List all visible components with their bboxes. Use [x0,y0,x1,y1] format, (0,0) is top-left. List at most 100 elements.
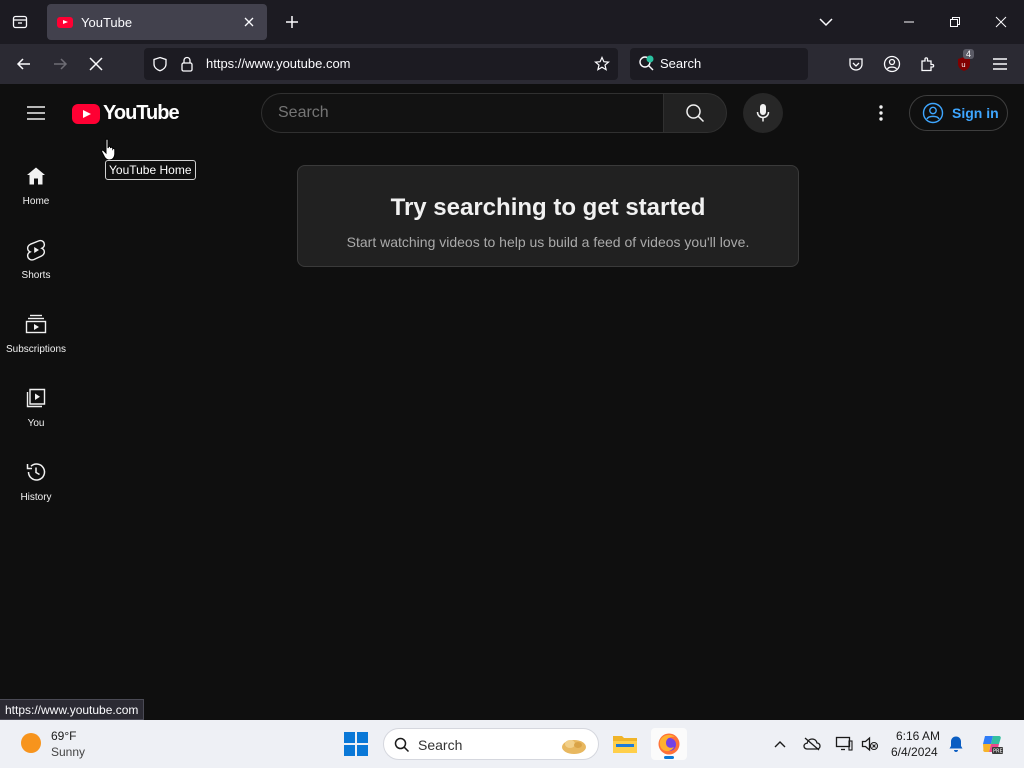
network-icon [835,736,853,751]
you-icon [24,386,48,410]
sidebar-item-you[interactable]: You [0,382,72,456]
account-button[interactable] [878,50,906,78]
bookmark-star-icon[interactable] [594,56,610,72]
extension-badge: 4 [963,49,975,59]
youtube-favicon-icon [57,16,73,28]
list-all-tabs-button[interactable] [6,8,34,36]
youtube-logo[interactable]: YouTube [72,102,180,125]
show-hidden-icons-button[interactable] [770,734,790,754]
arrow-right-icon [54,58,68,70]
browser-search-placeholder: Search [660,56,702,71]
tab-overflow-button[interactable] [803,0,849,44]
voice-search-button[interactable] [743,93,783,133]
weather-temperature: 69°F [51,729,77,743]
windows-taskbar: 69°F Sunny Search 6:16 AM 6/4/2024 PRE [0,720,1024,768]
menu-icon [993,58,1007,70]
new-tab-button[interactable] [278,8,306,36]
search-icon [394,737,410,753]
sidebar-item-label: History [20,492,52,503]
forward-button[interactable] [46,50,74,78]
svg-text:u: u [961,61,965,69]
start-button[interactable] [344,732,368,756]
sign-in-button[interactable]: Sign in [909,95,1008,131]
link-status-url: https://www.youtube.com [0,699,145,720]
shorts-icon [24,238,48,262]
hamburger-icon [27,106,45,120]
clock-time: 6:16 AM [896,729,941,743]
app-menu-button[interactable] [986,50,1014,78]
onedrive-button[interactable] [802,734,822,754]
close-window-button[interactable] [978,0,1024,44]
sidebar-item-home[interactable]: Home [0,160,72,234]
empty-feed-subtitle: Start watching videos to help us build a… [346,234,750,250]
sidebar-item-history[interactable]: History [0,456,72,530]
network-button[interactable] [834,734,854,754]
home-icon [24,164,48,188]
search-highlight-icon [562,740,586,754]
settings-more-button[interactable] [866,97,896,129]
tab-title: YouTube [81,14,133,30]
sidebar-item-label: Subscriptions [5,344,67,355]
microphone-icon [756,104,770,122]
ublock-extension-button[interactable]: u 4 [950,49,978,78]
browser-search-bar[interactable]: Search [630,48,808,80]
hand-cursor-icon [101,138,116,161]
sidebar-item-label: Shorts [21,270,51,281]
firefox-taskbar-button[interactable] [651,728,687,760]
youtube-page: YouTube Sign in Home Shorts Subscription… [0,84,1024,720]
speaker-muted-icon [861,736,879,752]
weather-condition: Sunny [51,745,86,759]
stop-loading-button[interactable] [82,50,110,78]
chevron-up-icon [774,741,786,748]
tab-youtube[interactable]: YouTube [47,4,267,40]
sidebar-item-label: You [27,418,45,429]
address-bar[interactable]: https://www.youtube.com [144,48,618,80]
notifications-button[interactable] [946,734,966,754]
volume-button[interactable] [860,734,880,754]
youtube-search-button[interactable] [663,93,727,133]
youtube-logo-text: YouTube [103,102,180,124]
close-icon [995,16,1007,28]
more-vertical-icon [879,105,883,121]
plus-icon [286,16,298,28]
lock-icon[interactable] [180,56,194,72]
sidebar-item-label: Home [22,196,50,207]
stop-icon [89,57,103,71]
minimize-button[interactable] [886,0,932,44]
restore-button[interactable] [932,0,978,44]
shield-icon[interactable] [152,56,168,72]
history-icon [24,460,48,484]
file-explorer-button[interactable] [607,728,643,760]
extensions-button[interactable] [914,50,942,78]
taskbar-search-placeholder: Search [418,737,463,753]
copilot-button[interactable]: PRE [980,732,1004,756]
account-circle-icon [922,102,944,124]
empty-feed-title: Try searching to get started [390,194,706,221]
clock-date: 6/4/2024 [891,745,938,759]
close-tab-button[interactable] [239,12,259,32]
puzzle-icon [921,57,935,72]
guide-menu-button[interactable] [20,97,52,129]
taskbar-search[interactable]: Search [383,728,599,760]
bell-icon [949,736,963,752]
copilot-icon: PRE [983,736,1003,755]
windows-logo-icon [344,732,355,743]
close-icon [244,17,254,27]
youtube-search-box[interactable] [261,93,663,133]
sidebar-item-subscriptions[interactable]: Subscriptions [0,308,72,382]
youtube-search-input[interactable] [278,104,638,122]
search-icon [686,104,705,123]
minimize-icon [904,21,914,23]
account-icon [883,55,901,73]
pocket-icon [849,58,863,71]
restore-icon [950,17,960,27]
browser-tab-bar: YouTube [0,0,1024,44]
tooltip: YouTube Home [105,160,196,180]
folder-icon [613,736,637,753]
chevron-down-icon [819,18,833,27]
pocket-button[interactable] [842,50,870,78]
back-button[interactable] [10,50,38,78]
empty-feed-card: Try searching to get started Start watch… [297,165,799,267]
sign-in-label: Sign in [952,105,999,121]
sidebar-item-shorts[interactable]: Shorts [0,234,72,308]
